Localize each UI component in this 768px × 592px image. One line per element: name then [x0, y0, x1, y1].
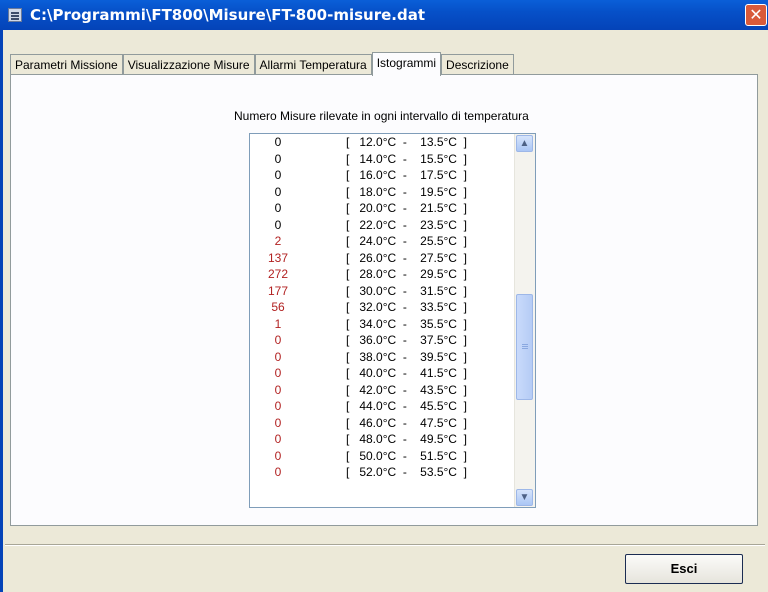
tab-visualizzazione-misure[interactable]: Visualizzazione Misure: [122, 54, 255, 75]
row-range: [ 44.0°C - 45.5°C ]: [346, 399, 467, 413]
row-range: [ 40.0°C - 41.5°C ]: [346, 366, 467, 380]
row-count: 272: [267, 267, 289, 281]
grip-icon: [522, 344, 528, 345]
row-count: 0: [274, 349, 282, 364]
row-count: 0: [274, 399, 282, 413]
row-count: 177: [267, 283, 289, 298]
row-count: 137: [267, 250, 289, 265]
window-title: C:\Programmi\FT800\Misure\FT-800-misure.…: [30, 6, 426, 24]
vertical-scrollbar[interactable]: ▲ ▼: [514, 134, 535, 507]
histogram-row[interactable]: 0 [ 52.0°C - 53.5°C ]: [250, 464, 514, 481]
row-range: [ 18.0°C - 19.5°C ]: [346, 184, 467, 199]
histogram-row[interactable]: 0 [ 42.0°C - 43.5°C ]: [250, 382, 514, 399]
row-count: 0: [274, 201, 282, 215]
histogram-row[interactable]: 0 [ 48.0°C - 49.5°C ]: [250, 431, 514, 448]
esci-button[interactable]: Esci: [625, 554, 743, 584]
row-range: [ 14.0°C - 15.5°C ]: [346, 151, 467, 166]
scroll-down-button[interactable]: ▼: [516, 489, 533, 506]
histogram-row[interactable]: 137 [ 26.0°C - 27.5°C ]: [250, 250, 514, 267]
row-range: [ 52.0°C - 53.5°C ]: [346, 465, 467, 479]
row-count: 0: [274, 151, 282, 166]
row-range: [ 26.0°C - 27.5°C ]: [346, 250, 467, 265]
histogram-rows: 0 [ 12.0°C - 13.5°C ] 0 [ 14.0°C - 15.5°C ]…: [250, 134, 514, 481]
histogram-row[interactable]: 0 [ 12.0°C - 13.5°C ]: [250, 134, 514, 151]
row-count: 0: [274, 415, 282, 430]
tab-allarmi-temperatura[interactable]: Allarmi Temperatura: [254, 54, 372, 75]
histogram-row[interactable]: 56 [ 32.0°C - 33.5°C ]: [250, 299, 514, 316]
scroll-up-button[interactable]: ▲: [516, 135, 533, 152]
row-range: [ 38.0°C - 39.5°C ]: [346, 349, 467, 364]
row-count: 0: [274, 217, 282, 232]
histogram-caption: Numero Misure rilevate in ogni intervall…: [234, 109, 529, 123]
title-bar: C:\Programmi\FT800\Misure\FT-800-misure.…: [0, 0, 768, 30]
histogram-row[interactable]: 0 [ 22.0°C - 23.5°C ]: [250, 217, 514, 234]
row-range: [ 20.0°C - 21.5°C ]: [346, 201, 467, 215]
row-count: 0: [274, 333, 282, 347]
footer-divider: [5, 544, 765, 546]
row-range: [ 12.0°C - 13.5°C ]: [346, 135, 467, 149]
histogram-row[interactable]: 1 [ 34.0°C - 35.5°C ]: [250, 316, 514, 333]
row-range: [ 22.0°C - 23.5°C ]: [346, 217, 467, 232]
histogram-listbox[interactable]: 0 [ 12.0°C - 13.5°C ] 0 [ 14.0°C - 15.5°C ]…: [249, 133, 536, 508]
histogram-row[interactable]: 0 [ 38.0°C - 39.5°C ]: [250, 349, 514, 366]
row-count: 56: [271, 300, 285, 314]
close-button[interactable]: ✕: [745, 4, 767, 26]
histogram-row[interactable]: 272 [ 28.0°C - 29.5°C ]: [250, 266, 514, 283]
row-count: 2: [274, 234, 282, 248]
row-range: [ 16.0°C - 17.5°C ]: [346, 168, 467, 182]
row-count: 0: [274, 465, 282, 479]
tab-descrizione[interactable]: Descrizione: [441, 54, 514, 75]
row-count: 0: [274, 382, 282, 397]
tab-strip: Parametri Missione Visualizzazione Misur…: [10, 52, 514, 76]
row-count: 0: [274, 366, 282, 380]
histogram-row[interactable]: 0 [ 50.0°C - 51.5°C ]: [250, 448, 514, 465]
histogram-row[interactable]: 0 [ 16.0°C - 17.5°C ]: [250, 167, 514, 184]
row-count: 0: [274, 448, 282, 463]
histogram-row[interactable]: 0 [ 40.0°C - 41.5°C ]: [250, 365, 514, 382]
row-range: [ 34.0°C - 35.5°C ]: [346, 316, 467, 331]
row-range: [ 32.0°C - 33.5°C ]: [346, 300, 467, 314]
row-count: 0: [274, 135, 282, 149]
row-count: 0: [274, 168, 282, 182]
histogram-row[interactable]: 0 [ 36.0°C - 37.5°C ]: [250, 332, 514, 349]
histogram-row[interactable]: 177 [ 30.0°C - 31.5°C ]: [250, 283, 514, 300]
row-range: [ 30.0°C - 31.5°C ]: [346, 283, 467, 298]
row-range: [ 50.0°C - 51.5°C ]: [346, 448, 467, 463]
row-count: 1: [274, 316, 282, 331]
row-range: [ 36.0°C - 37.5°C ]: [346, 333, 467, 347]
app-icon: [8, 8, 22, 22]
histogram-row[interactable]: 0 [ 46.0°C - 47.5°C ]: [250, 415, 514, 432]
row-range: [ 42.0°C - 43.5°C ]: [346, 382, 467, 397]
tab-istogrammi[interactable]: Istogrammi: [371, 52, 442, 76]
histogram-row[interactable]: 0 [ 18.0°C - 19.5°C ]: [250, 184, 514, 201]
histogram-row[interactable]: 0 [ 20.0°C - 21.5°C ]: [250, 200, 514, 217]
row-range: [ 46.0°C - 47.5°C ]: [346, 415, 467, 430]
row-range: [ 48.0°C - 49.5°C ]: [346, 432, 467, 446]
histogram-row[interactable]: 2 [ 24.0°C - 25.5°C ]: [250, 233, 514, 250]
row-range: [ 24.0°C - 25.5°C ]: [346, 234, 467, 248]
histogram-row[interactable]: 0 [ 44.0°C - 45.5°C ]: [250, 398, 514, 415]
row-range: [ 28.0°C - 29.5°C ]: [346, 267, 467, 281]
histogram-row[interactable]: 0 [ 14.0°C - 15.5°C ]: [250, 151, 514, 168]
scroll-thumb[interactable]: [516, 294, 533, 400]
row-count: 0: [274, 184, 282, 199]
tab-parametri-missione[interactable]: Parametri Missione: [10, 54, 123, 75]
row-count: 0: [274, 432, 282, 446]
